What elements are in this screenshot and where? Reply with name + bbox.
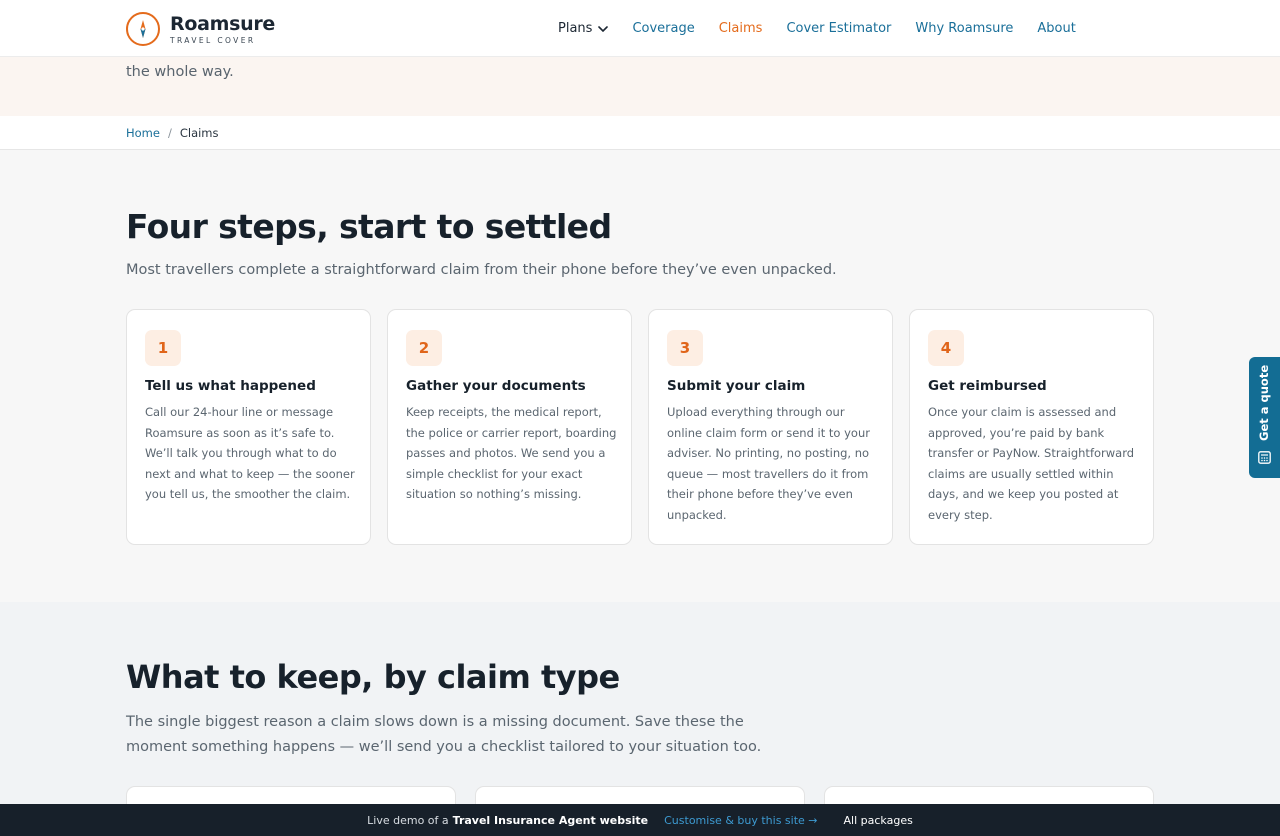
- step-title: Submit your claim: [667, 378, 806, 394]
- get-quote-tab[interactable]: Get a quote: [1249, 357, 1280, 478]
- breadcrumb-separator: /: [167, 126, 172, 140]
- breadcrumb: Home / Claims: [0, 116, 1280, 150]
- step-body: Call our 24-hour line or message Roamsur…: [145, 405, 355, 501]
- brand-tagline: TRAVEL COVER: [170, 35, 256, 45]
- step-title: Tell us what happened: [145, 378, 316, 394]
- compass-icon: [126, 12, 160, 46]
- keep-section: What to keep, by claim type The single b…: [0, 602, 1280, 836]
- step-number: 3: [667, 330, 703, 366]
- keep-title: What to keep, by claim type: [126, 658, 620, 696]
- calculator-icon: [1258, 451, 1271, 464]
- nav-why-roamsure[interactable]: Why Roamsure: [915, 21, 1013, 36]
- site-header: Roamsure TRAVEL COVER Plans Coverage Cla…: [0, 0, 1280, 57]
- breadcrumb-home[interactable]: Home: [126, 126, 160, 140]
- step-card: 2 Gather your documents Keep receipts, t…: [387, 309, 632, 545]
- keep-lead: The single biggest reason a claim slows …: [126, 714, 762, 755]
- chevron-down-icon: [598, 25, 609, 32]
- brand-logo[interactable]: Roamsure TRAVEL COVER: [126, 12, 275, 46]
- demo-bar: Live demo of a Travel Insurance Agent we…: [0, 804, 1280, 836]
- breadcrumb-current: Claims: [179, 126, 219, 140]
- step-number: 4: [928, 330, 964, 366]
- get-quote-label: Get a quote: [1257, 364, 1271, 441]
- steps-lead: Most travellers complete a straightforwa…: [126, 262, 837, 278]
- step-card: 3 Submit your claim Upload everything th…: [648, 309, 893, 545]
- nav-claims[interactable]: Claims: [719, 21, 763, 36]
- nav-coverage[interactable]: Coverage: [632, 21, 694, 36]
- all-packages-link[interactable]: All packages: [844, 814, 913, 827]
- step-body: Keep receipts, the medical report, the p…: [406, 405, 617, 501]
- step-number: 2: [406, 330, 442, 366]
- demo-prefix: Live demo of a: [367, 813, 449, 827]
- steps-cards: 1 Tell us what happened Call our 24-hour…: [126, 309, 1154, 545]
- nav-plans[interactable]: Plans: [558, 21, 609, 36]
- step-title: Get reimbursed: [928, 378, 1047, 394]
- main-nav: Plans Coverage Claims Cover Estimator Wh…: [558, 0, 1100, 57]
- nav-plans-label: Plans: [558, 21, 593, 36]
- brand-name: Roamsure: [170, 12, 275, 35]
- step-card: 4 Get reimbursed Once your claim is asse…: [909, 309, 1154, 545]
- hero-section: the whole way.: [0, 57, 1280, 116]
- step-number: 1: [145, 330, 181, 366]
- steps-title: Four steps, start to settled: [126, 207, 612, 246]
- step-card: 1 Tell us what happened Call our 24-hour…: [126, 309, 371, 545]
- nav-about[interactable]: About: [1037, 21, 1075, 36]
- demo-site-type: Travel Insurance Agent website: [452, 813, 649, 827]
- step-title: Gather your documents: [406, 378, 586, 394]
- nav-cover-estimator[interactable]: Cover Estimator: [786, 21, 891, 36]
- steps-section: Four steps, start to settled Most travel…: [0, 151, 1280, 602]
- step-body: Once your claim is assessed and approved…: [928, 405, 1135, 522]
- buy-site-link[interactable]: Customise & buy this site →: [664, 814, 817, 827]
- step-body: Upload everything through our online cla…: [667, 405, 870, 522]
- hero-text: the whole way.: [126, 64, 234, 80]
